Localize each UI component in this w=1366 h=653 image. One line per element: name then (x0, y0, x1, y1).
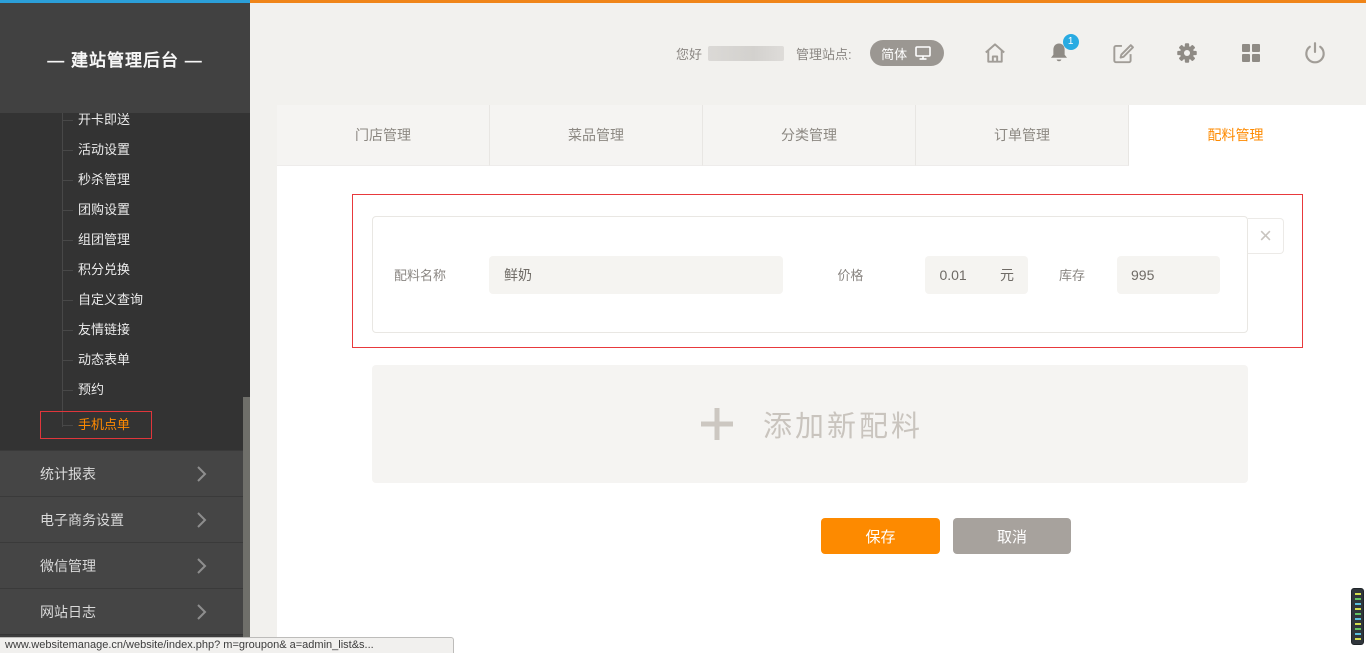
power-icon[interactable] (1302, 40, 1328, 66)
sidebar-item-activity-settings[interactable]: 活动设置 (0, 135, 250, 165)
price-input[interactable] (939, 267, 985, 283)
add-ingredient-button[interactable]: 添加新配料 (372, 365, 1248, 483)
tab-ingredient-management[interactable]: 配料管理 (1129, 105, 1342, 166)
home-icon[interactable] (982, 40, 1008, 66)
sidebar-scrollbar[interactable] (243, 397, 250, 650)
chevron-right-icon (192, 556, 210, 576)
sidebar-item-custom-query[interactable]: 自定义查询 (0, 285, 250, 315)
sidebar-item-points-exchange[interactable]: 积分兑换 (0, 255, 250, 285)
chevron-right-icon (192, 510, 210, 530)
ingredient-name-label: 配料名称 (394, 265, 446, 284)
redacted-username (708, 46, 784, 61)
save-button[interactable]: 保存 (821, 518, 940, 554)
tab-order-management[interactable]: 订单管理 (916, 105, 1129, 166)
stock-label: 库存 (1059, 265, 1085, 284)
gear-icon[interactable] (1174, 40, 1200, 66)
price-field: 元 (925, 256, 1028, 294)
top-header: 您好 管理站点: 简体 1 (676, 39, 1328, 67)
language-switch-button[interactable]: 简体 (870, 40, 944, 66)
sidebar-item-seckill-management[interactable]: 秒杀管理 (0, 165, 250, 195)
close-icon[interactable]: × (1248, 218, 1284, 254)
sidebar-group-statistics[interactable]: 统计报表 (0, 450, 250, 496)
notification-badge: 1 (1063, 34, 1079, 50)
chevron-right-icon (192, 464, 210, 484)
tab-dish-management[interactable]: 菜品管理 (490, 105, 703, 166)
tab-category-management[interactable]: 分类管理 (703, 105, 916, 166)
app-title: — 建站管理后台 — (0, 3, 250, 113)
ingredient-name-input[interactable] (489, 256, 783, 294)
sidebar-item-mobile-ordering[interactable]: 手机点单 (0, 410, 250, 440)
sidebar-item-dynamic-forms[interactable]: 动态表单 (0, 345, 250, 375)
price-unit-label: 元 (1000, 265, 1014, 285)
manage-site-label: 管理站点: (796, 44, 852, 63)
cancel-button[interactable]: 取消 (953, 518, 1071, 554)
plus-icon (697, 404, 737, 444)
sidebar-item-open-card-gift[interactable]: 开卡即送 (0, 113, 250, 135)
tab-bar: 门店管理 菜品管理 分类管理 订单管理 配料管理 (277, 105, 1342, 166)
sidebar-submenu: 开卡即送 活动设置 秒杀管理 团购设置 组团管理 积分兑换 自定义查询 友情链接… (0, 113, 250, 450)
monitor-icon (914, 45, 932, 61)
sidebar: — 建站管理后台 — 开卡即送 活动设置 秒杀管理 团购设置 组团管理 积分兑换… (0, 3, 250, 653)
add-ingredient-label: 添加新配料 (763, 403, 923, 445)
bell-icon[interactable]: 1 (1046, 40, 1072, 66)
price-label: 价格 (837, 265, 863, 284)
greeting-label: 您好 (676, 44, 702, 63)
content-accent-line (250, 0, 1366, 3)
sidebar-item-reservation[interactable]: 预约 (0, 375, 250, 405)
sidebar-item-groupbuy-settings[interactable]: 团购设置 (0, 195, 250, 225)
sidebar-group-ecommerce-settings[interactable]: 电子商务设置 (0, 496, 250, 542)
header-icon-row: 1 (982, 40, 1328, 66)
browser-extension-widget[interactable] (1351, 588, 1364, 645)
app-window: — 建站管理后台 — 开卡即送 活动设置 秒杀管理 团购设置 组团管理 积分兑换… (0, 0, 1366, 653)
sidebar-item-friend-links[interactable]: 友情链接 (0, 315, 250, 345)
stock-input[interactable] (1117, 256, 1220, 294)
ingredient-card: 配料名称 价格 元 库存 (372, 216, 1248, 333)
sidebar-item-group-management[interactable]: 组团管理 (0, 225, 250, 255)
edit-icon[interactable] (1110, 40, 1136, 66)
widget-stripes (1355, 593, 1361, 640)
browser-status-url: www.websitemanage.cn/website/index.php? … (0, 637, 454, 653)
chevron-right-icon (192, 602, 210, 622)
apps-grid-icon[interactable] (1238, 40, 1264, 66)
sidebar-groups: 统计报表 电子商务设置 微信管理 网站日志 (0, 450, 250, 653)
sidebar-group-wechat-management[interactable]: 微信管理 (0, 542, 250, 588)
tab-store-management[interactable]: 门店管理 (277, 105, 490, 166)
sidebar-group-site-logs[interactable]: 网站日志 (0, 588, 250, 634)
